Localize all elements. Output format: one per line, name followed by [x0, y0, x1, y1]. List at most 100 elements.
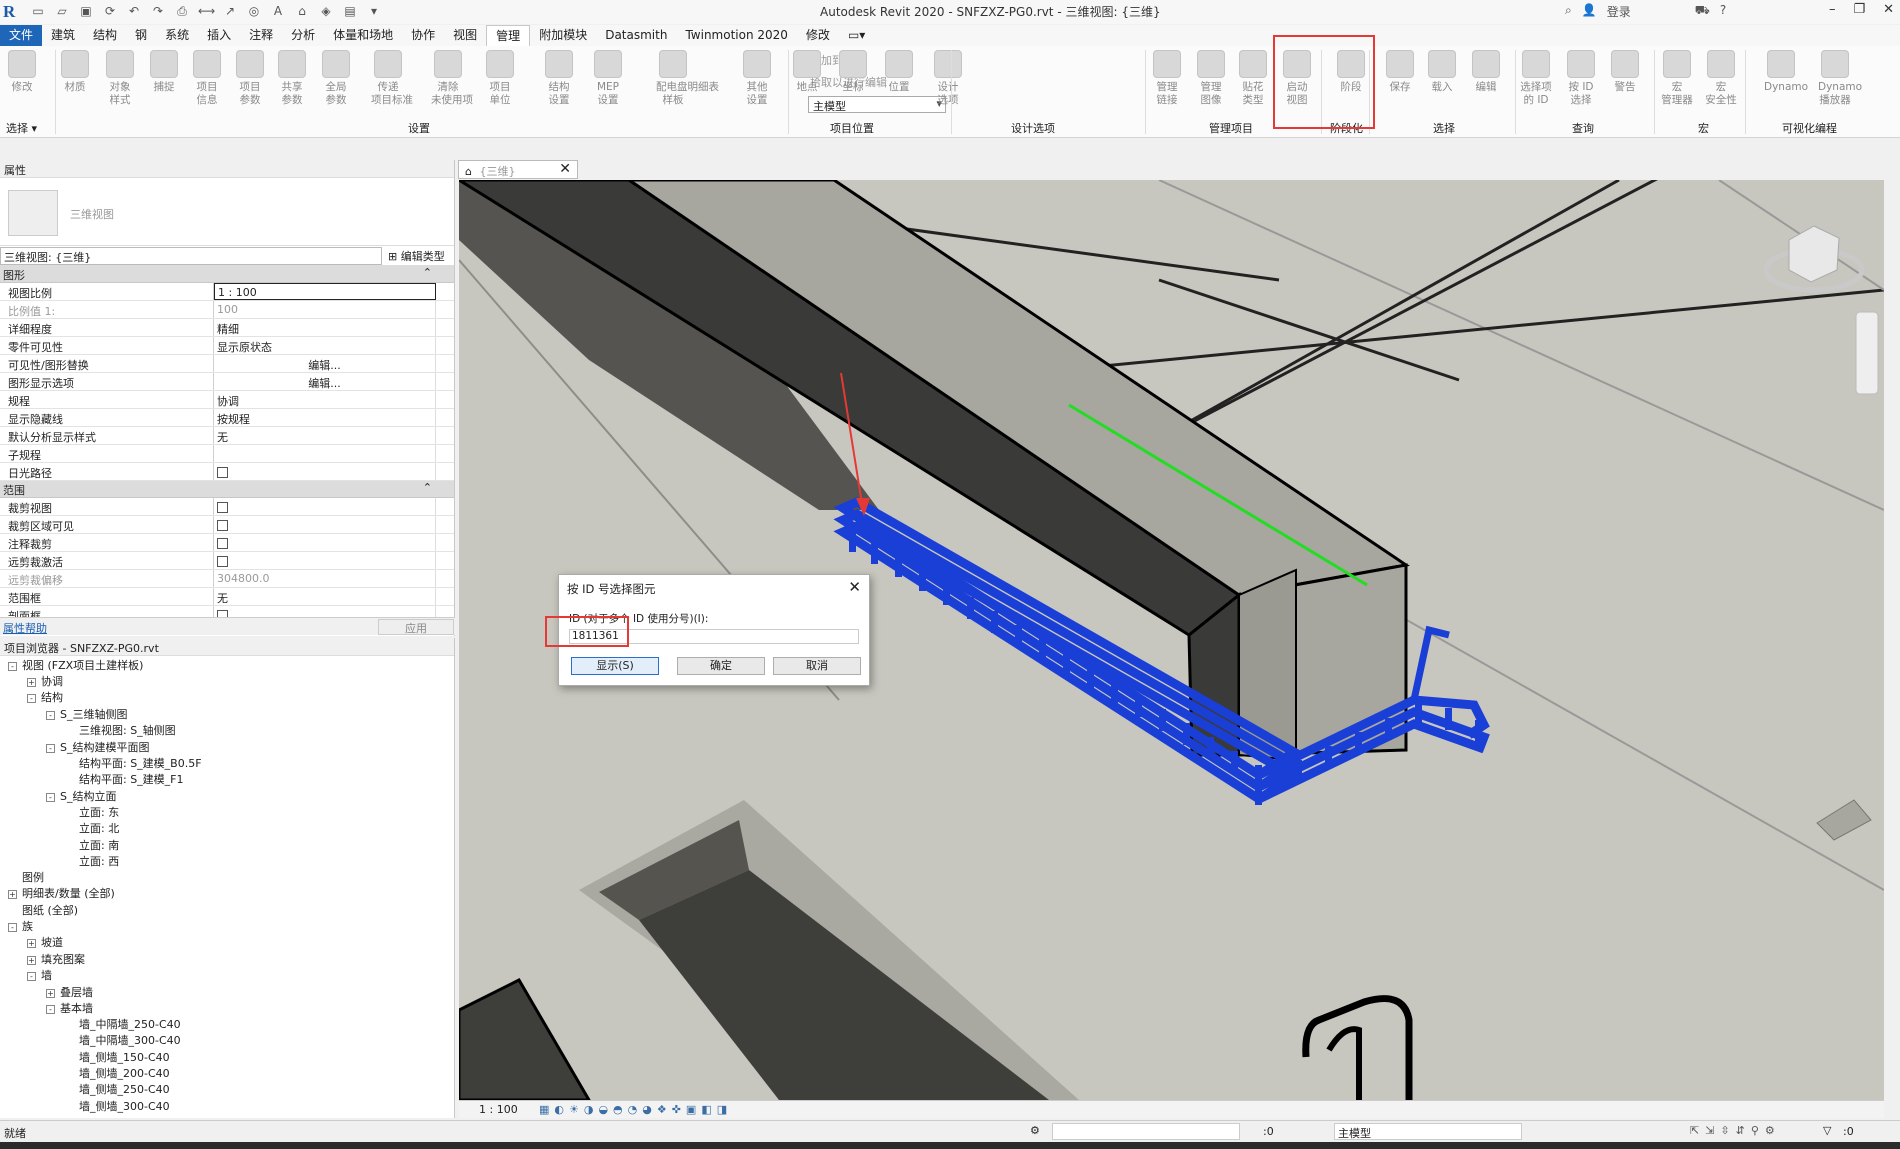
expand-icon[interactable]: +	[27, 955, 36, 965]
collapse-icon[interactable]: -	[8, 922, 17, 932]
edit-type-button[interactable]: ⊞ 编辑类型	[388, 248, 445, 264]
browser-node[interactable]: 墙_中隔墙_300-C40	[65, 1034, 181, 1048]
cart-icon[interactable]: ⛟	[1695, 3, 1710, 20]
collapse-icon[interactable]: -	[27, 693, 36, 703]
browser-node[interactable]: -墙	[27, 969, 52, 983]
browser-node[interactable]: 图纸 (全部)	[8, 904, 78, 918]
ribbon-button-26[interactable]: 编辑	[1469, 50, 1503, 94]
ribbon-button-30[interactable]: 宏 管理器	[1660, 50, 1694, 107]
checkbox[interactable]	[217, 519, 228, 531]
tab-0[interactable]: 文件	[0, 25, 43, 46]
collapse-icon[interactable]: -	[46, 743, 55, 753]
browser-node[interactable]: -族	[8, 920, 33, 934]
property-value[interactable]: 编辑...	[214, 355, 436, 372]
tab-14[interactable]: Twinmotion 2020	[676, 25, 796, 46]
sync-icon[interactable]: ⟳	[102, 4, 118, 20]
save-icon[interactable]: ▣	[78, 4, 94, 20]
close-windows-icon[interactable]: ▤	[342, 4, 358, 20]
tab-2[interactable]: 结构	[84, 25, 126, 46]
ribbon-button-2[interactable]: 对象 样式	[103, 50, 137, 107]
collapse-icon[interactable]: -	[8, 661, 17, 671]
expand-icon[interactable]: +	[27, 677, 36, 687]
property-value[interactable]: 无	[214, 427, 436, 444]
browser-node[interactable]: + 协调	[27, 675, 63, 689]
ribbon-button-1[interactable]: 材质	[58, 50, 92, 94]
properties-help-link[interactable]: 属性帮助	[3, 620, 47, 636]
ribbon-button-9[interactable]: 清除 未使用项	[431, 50, 473, 107]
ribbon-button-11[interactable]: 结构 设置	[542, 50, 576, 107]
checkbox[interactable]	[217, 501, 228, 513]
property-checkbox[interactable]	[214, 516, 436, 533]
ribbon-button-3[interactable]: 捕捉	[147, 50, 181, 94]
open-icon[interactable]: ▭	[30, 4, 46, 20]
ribbon-button-28[interactable]: 按 ID 选择	[1564, 50, 1598, 107]
ribbon-button-17[interactable]: 位置	[882, 50, 916, 94]
browser-node[interactable]: 墙_侧墙_300-C40	[65, 1100, 170, 1114]
3d-view-icon[interactable]: ⌂	[294, 4, 310, 20]
close-view-icon[interactable]: ✕	[559, 161, 571, 177]
collapse-icon[interactable]: -	[46, 1004, 55, 1014]
print-icon[interactable]: ⎙	[174, 4, 190, 20]
ribbon-button-29[interactable]: 警告	[1608, 50, 1642, 94]
collapse-icon[interactable]: -	[46, 710, 55, 720]
property-value[interactable]: 显示原状态	[214, 337, 436, 354]
login-label[interactable]: 登录	[1607, 3, 1631, 20]
browser-node[interactable]: + 叠层墙	[46, 986, 93, 1000]
tab-3[interactable]: 钢	[126, 25, 156, 46]
open-folder-icon[interactable]: ▱	[54, 4, 70, 20]
checkbox[interactable]	[217, 555, 228, 567]
expand-icon[interactable]: +	[46, 988, 55, 998]
view-control-icons[interactable]: ▦◐☀◑◒◓◔◕❖✜▣◧◨	[539, 1103, 732, 1116]
property-value[interactable]: 编辑...	[214, 373, 436, 390]
user-icon[interactable]: 👤	[1582, 3, 1597, 20]
checkbox[interactable]	[217, 537, 228, 549]
customize-qat-icon[interactable]: ▾	[366, 4, 382, 20]
ribbon-button-32[interactable]: Dynamo	[1764, 50, 1808, 94]
property-value[interactable]: 1 : 100	[214, 283, 436, 300]
browser-node[interactable]: + 明细表/数量 (全部)	[8, 887, 115, 901]
ribbon-button-14[interactable]: 其他 设置	[740, 50, 774, 107]
dimension-icon[interactable]: ↗	[222, 4, 238, 20]
text-icon[interactable]: A	[270, 4, 286, 20]
browser-node[interactable]: + 坡道	[27, 936, 63, 950]
ribbon-button-16[interactable]: 坐标	[836, 50, 870, 94]
ribbon-button-31[interactable]: 宏 安全性	[1704, 50, 1738, 107]
browser-node[interactable]: 墙_侧墙_250-C40	[65, 1083, 170, 1097]
browser-node[interactable]: 图例	[8, 871, 44, 885]
ribbon-toggle-icon[interactable]: ▭▾	[839, 25, 874, 46]
ribbon-button-8[interactable]: 传递 项目标准	[371, 50, 413, 107]
tab-4[interactable]: 系统	[156, 25, 198, 46]
worksets-icon[interactable]: ⚙	[1030, 1124, 1040, 1137]
ribbon-button-18[interactable]: 设计 选项	[931, 50, 965, 107]
ribbon-button-20[interactable]: 管理 图像	[1194, 50, 1228, 107]
ok-button[interactable]: 确定	[677, 657, 765, 675]
filter-icon[interactable]: ▽	[1823, 1124, 1831, 1137]
redo-icon[interactable]: ↷	[150, 4, 166, 20]
tab-8[interactable]: 体量和场地	[324, 25, 402, 46]
browser-node[interactable]: 墙_中隔墙_250-C40	[65, 1018, 181, 1032]
browser-node[interactable]: - S_三维轴侧图	[46, 708, 127, 722]
ribbon-button-13[interactable]: 配电盘明细表 样板	[656, 50, 719, 107]
property-checkbox[interactable]	[214, 534, 436, 551]
ribbon-button-12[interactable]: MEP 设置	[591, 50, 625, 107]
maximize-icon[interactable]: ❐	[1853, 2, 1865, 17]
tab-9[interactable]: 协作	[402, 25, 444, 46]
browser-node[interactable]: 结构平面: S_建模_F1	[65, 773, 184, 787]
tab-11[interactable]: 管理	[486, 25, 531, 46]
collapse-icon[interactable]: ⌃	[423, 481, 432, 494]
browser-node[interactable]: - 结构	[27, 691, 63, 705]
design-option-status-select[interactable]: 主模型	[1334, 1123, 1522, 1140]
ribbon-button-25[interactable]: 载入	[1425, 50, 1459, 94]
browser-node[interactable]: + 填充图案	[27, 953, 85, 967]
property-section-header[interactable]: 图形 ⌃	[0, 266, 454, 283]
help-icon[interactable]: ?	[1720, 3, 1726, 20]
cancel-button[interactable]: 取消	[773, 657, 861, 675]
ribbon-button-4[interactable]: 项目 信息	[190, 50, 224, 107]
view-type-selector[interactable]: 三维视图: {三维}	[0, 246, 382, 265]
collapse-icon[interactable]: ⌃	[423, 266, 432, 279]
expand-icon[interactable]: +	[8, 889, 17, 899]
property-value[interactable]: 按规程	[214, 409, 436, 426]
tab-12[interactable]: 附加模块	[530, 25, 596, 46]
measure-icon[interactable]: ⟷	[198, 4, 215, 20]
undo-icon[interactable]: ↶	[126, 4, 142, 20]
